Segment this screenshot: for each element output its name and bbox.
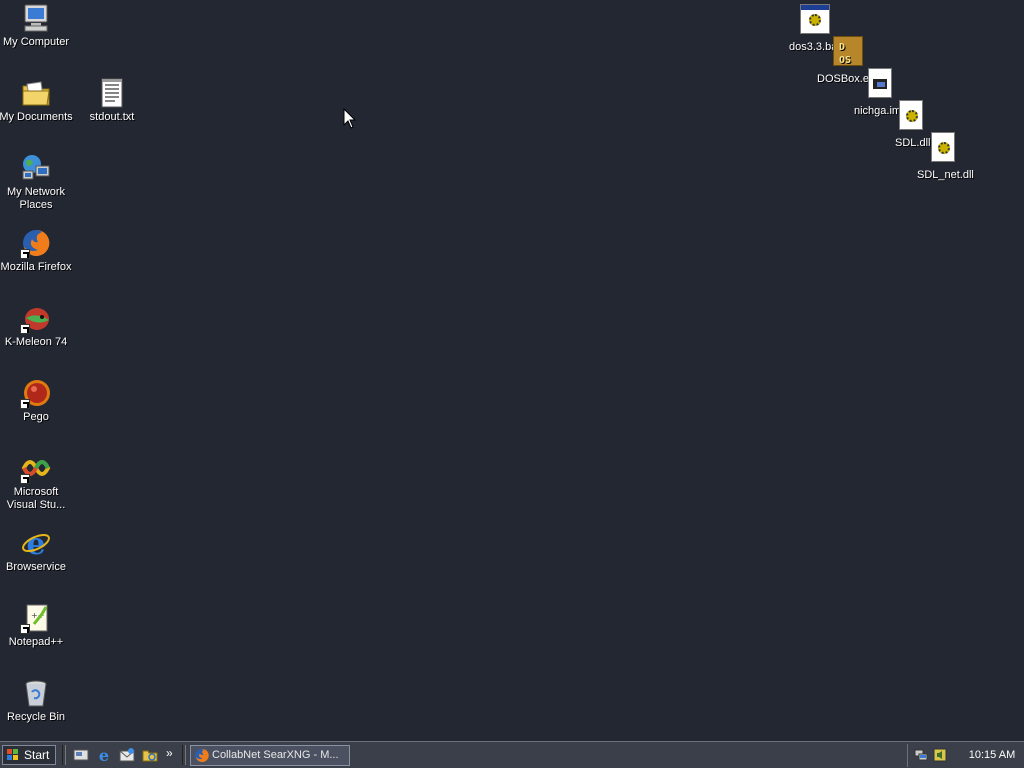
desktop-icon-label: Pego	[23, 411, 49, 423]
taskbar-separator	[182, 745, 186, 765]
desktop-icon-label: My Computer	[2, 36, 70, 48]
quick-launch-overflow[interactable]: »	[166, 745, 182, 761]
desktop-icon-label: Browservice	[6, 561, 66, 573]
windows-flag-icon	[7, 749, 19, 761]
desktop-icon-label: Recycle Bin	[6, 711, 66, 723]
taskbar-item-collabnet-searxng[interactable]: CollabNet SearXNG - M...	[190, 745, 350, 766]
recycle-bin-icon	[20, 677, 52, 709]
shortcut-arrow-icon	[20, 624, 30, 634]
start-label: Start	[24, 748, 50, 762]
image-file-icon	[868, 68, 892, 98]
visual-studio-icon	[20, 452, 52, 484]
clock[interactable]: 10:15 AM	[963, 744, 1021, 767]
desktop-icon-my-documents[interactable]: My Documents	[0, 77, 74, 124]
dosbox-icon: D OS	[833, 36, 863, 66]
desktop-icon-mozilla-firefox[interactable]: Mozilla Firefox	[0, 227, 74, 274]
notepad-plus-plus-icon: ++	[20, 602, 52, 634]
start-button[interactable]: Start	[2, 745, 56, 765]
desktop-icon-label: Notepad++	[8, 636, 64, 648]
firefox-icon	[20, 227, 52, 259]
network-icon	[20, 152, 52, 184]
desktop-icon-label: My Documents	[0, 111, 73, 123]
shortcut-arrow-icon	[20, 249, 30, 259]
desktop-icon-my-network-places[interactable]: My Network Places	[0, 152, 74, 212]
desktop-icon-stdout-txt[interactable]: stdout.txt	[74, 77, 150, 124]
speaker-tray-icon[interactable]	[933, 748, 947, 762]
desktop[interactable]: My Computer My Documents stdout.txt My N…	[0, 0, 1024, 741]
desktop-icon-recycle-bin[interactable]: Recycle Bin	[0, 677, 74, 724]
internet-explorer-icon: e	[20, 527, 52, 562]
desktop-icon-label: My Network Places	[6, 186, 66, 211]
desktop-icon-label: SDL.dll	[895, 137, 931, 149]
outlook-express-icon[interactable]	[119, 747, 135, 763]
pego-icon	[20, 377, 52, 409]
svg-text:e: e	[99, 747, 109, 763]
shortcut-arrow-icon	[20, 399, 30, 409]
shortcut-arrow-icon	[20, 324, 30, 334]
taskbar: Start e » CollabNet SearXNG - M... 10:15…	[0, 741, 1024, 768]
desktop-icon-k-meleon[interactable]: K-Meleon 74	[0, 302, 74, 349]
svg-text:e: e	[26, 527, 45, 559]
taskbar-item-label: CollabNet SearXNG - M...	[212, 749, 339, 761]
desktop-icon-browservice[interactable]: e Browservice	[0, 527, 74, 574]
desktop-icon-label: Microsoft Visual Stu...	[6, 486, 66, 511]
network-tray-icon[interactable]	[914, 748, 928, 762]
taskbar-separator	[62, 745, 66, 765]
system-tray: 10:15 AM	[907, 744, 1024, 767]
shortcut-arrow-icon	[20, 474, 30, 484]
windows-explorer-icon[interactable]	[142, 747, 158, 763]
desktop-icon-pego[interactable]: Pego	[0, 377, 74, 424]
batch-file-icon	[800, 4, 830, 34]
show-desktop-icon[interactable]	[73, 747, 89, 763]
dll-file-icon	[899, 100, 923, 130]
desktop-icon-microsoft-visual-studio[interactable]: Microsoft Visual Stu...	[0, 452, 74, 512]
folder-documents-icon	[20, 77, 52, 109]
firefox-icon	[194, 748, 209, 763]
my-computer-icon	[20, 2, 52, 34]
desktop-icon-my-computer[interactable]: My Computer	[0, 2, 74, 49]
desktop-icon-label: K-Meleon 74	[4, 336, 68, 348]
desktop-icon-label: Mozilla Firefox	[0, 261, 72, 273]
dll-file-icon	[931, 132, 955, 162]
desktop-icon-label: SDL_net.dll	[917, 169, 974, 181]
text-file-icon	[96, 77, 128, 109]
desktop-icon-notepad-plus-plus[interactable]: ++ Notepad++	[0, 602, 74, 649]
desktop-icon-label: stdout.txt	[89, 111, 135, 123]
k-meleon-icon	[20, 302, 52, 334]
internet-explorer-icon[interactable]: e	[96, 746, 112, 765]
